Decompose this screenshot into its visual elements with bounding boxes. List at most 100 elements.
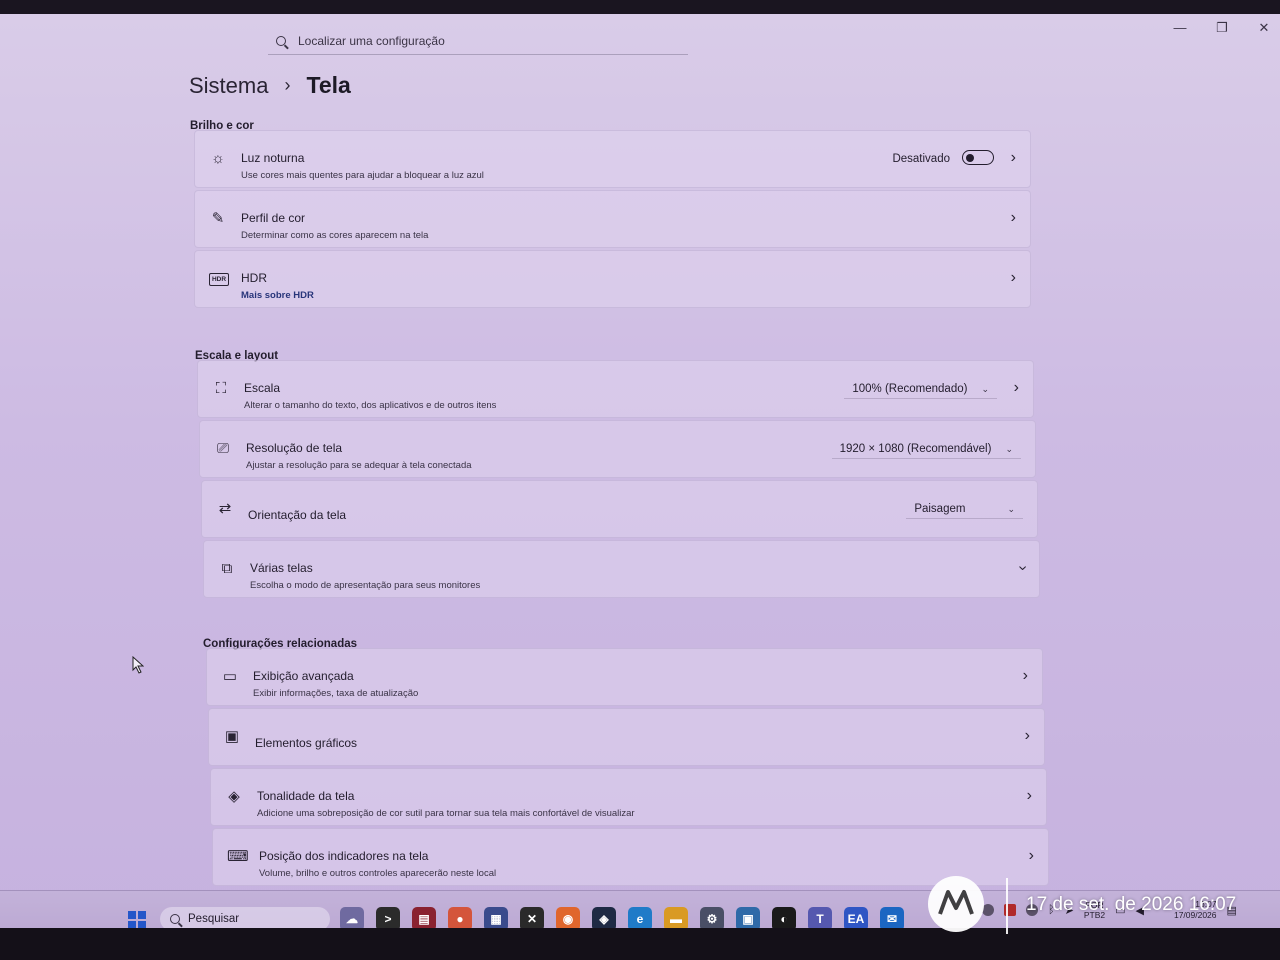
breadcrumb-parent[interactable]: Sistema <box>189 73 268 99</box>
taskbar-search[interactable]: Pesquisar <box>160 907 330 928</box>
setting-subtitle: Alterar o tamanho do texto, dos aplicati… <box>244 400 497 411</box>
chevron-down-icon: ⌄ <box>1007 503 1015 514</box>
search-input[interactable] <box>296 33 660 49</box>
remote-desktop-app-icon[interactable]: ▣ <box>736 907 760 928</box>
setting-resolution[interactable]: ⎚ Resolução de tela Ajustar a resolução … <box>199 420 1036 478</box>
setting-multiple-displays[interactable]: ⧉ Várias telas Escolha o modo de apresen… <box>203 540 1040 598</box>
mouse-cursor-icon <box>132 655 145 679</box>
chevron-right-icon: › <box>1010 209 1016 226</box>
github-app-icon[interactable]: ◐ <box>772 907 796 928</box>
multiple-displays-icon: ⧉ <box>221 560 233 577</box>
night-light-state: Desativado <box>892 153 950 165</box>
teams-app-icon[interactable]: T <box>808 907 832 928</box>
setting-title: Posição dos indicadores na tela <box>259 849 429 863</box>
pen-icon: ✎ <box>211 210 225 227</box>
settings-app-icon[interactable]: ⚙ <box>700 907 724 928</box>
chevron-right-icon: › <box>1010 269 1016 286</box>
sun-icon: ☼ <box>211 150 225 167</box>
setting-subtitle: Use cores mais quentes para ajudar a blo… <box>241 170 484 181</box>
monitor-bezel <box>0 928 1280 960</box>
chevron-down-icon: ⌄ <box>981 383 989 394</box>
setting-advanced-display[interactable]: ▭ Exibição avançada Exibir informações, … <box>206 648 1043 706</box>
layers-icon: ◈ <box>228 788 240 805</box>
photo-timestamp-watermark: 17 de set. de 2026 16:07 <box>1026 894 1237 915</box>
ea-app-icon[interactable]: EA <box>844 907 868 928</box>
setting-title: Orientação da tela <box>248 508 347 522</box>
minimize-button[interactable]: — <box>1172 20 1188 36</box>
window-controls: — ❐ ✕ <box>1172 20 1272 36</box>
breadcrumb: Sistema › Tela <box>189 72 351 99</box>
chevron-right-icon: › <box>1028 847 1034 864</box>
taskbar-search-label: Pesquisar <box>188 913 240 925</box>
chevron-right-icon: › <box>1022 667 1028 684</box>
setting-subtitle: Determinar como as cores aparecem na tel… <box>241 230 429 241</box>
firefox-app-icon[interactable]: ◉ <box>556 907 580 928</box>
scale-dropdown[interactable]: 100% (Recomendado) ⌄ <box>844 383 997 399</box>
chevron-down-icon: ⌄ <box>1005 443 1013 454</box>
scale-value: 100% (Recomendado) <box>852 383 968 395</box>
setting-night-light[interactable]: ☼ Luz noturna Use cores mais quentes par… <box>194 130 1031 188</box>
widgets-app-icon[interactable]: ☁ <box>340 907 364 928</box>
orientation-value: Paisagem <box>914 503 966 515</box>
search-field[interactable] <box>268 28 688 55</box>
xbox-app-icon[interactable]: ✕ <box>520 907 544 928</box>
scale-icon: ⛶ <box>215 380 227 397</box>
toggle-knob <box>966 153 974 162</box>
setting-title: HDR <box>241 271 267 285</box>
page-title: Tela <box>306 72 351 98</box>
setting-title: Tonalidade da tela <box>257 789 355 803</box>
setting-hdr[interactable]: HDR HDR Mais sobre HDR › <box>194 250 1031 308</box>
setting-subtitle: Exibir informações, taxa de atualização <box>253 688 419 699</box>
setting-subtitle: Volume, brilho e outros controles aparec… <box>259 868 497 879</box>
resolution-icon: ⎚ <box>216 440 229 457</box>
setting-title: Resolução de tela <box>246 441 343 455</box>
chevron-right-icon: › <box>284 75 291 95</box>
orientation-icon: ⇄ <box>218 500 232 517</box>
steam-app-icon[interactable]: ◈ <box>592 907 616 928</box>
setting-subtitle: Adicione uma sobreposição de cor sutil p… <box>257 808 635 819</box>
winrar-app-icon[interactable]: ▤ <box>412 907 436 928</box>
windows-start-icon[interactable] <box>128 911 146 928</box>
settings-window: — ❐ ✕ Sistema › Tela Brilho e cor ☼ Luz … <box>0 14 1280 928</box>
chrome-app-icon[interactable]: ● <box>448 907 472 928</box>
setting-orientation[interactable]: ⇄ Orientação da tela Paisagem ⌄ <box>201 480 1038 538</box>
setting-indicator-position[interactable]: ⌨ Posição dos indicadores na tela Volume… <box>212 828 1049 886</box>
motorola-logo <box>928 876 984 932</box>
setting-title: Exibição avançada <box>253 669 354 683</box>
setting-scale[interactable]: ⛶ Escala Alterar o tamanho do texto, dos… <box>197 360 1034 418</box>
night-light-toggle[interactable] <box>962 150 994 165</box>
monitor-icon: ▭ <box>222 668 238 685</box>
edge-app-icon[interactable]: e <box>628 907 652 928</box>
setting-subtitle: Escolha o modo de apresentação para seus… <box>250 580 481 591</box>
resolution-dropdown[interactable]: 1920 × 1080 (Recomendável) ⌄ <box>831 443 1021 459</box>
explorer-app-icon[interactable]: ▬ <box>664 907 688 928</box>
chevron-right-icon: › <box>1013 379 1019 396</box>
setting-title: Várias telas <box>250 561 313 575</box>
store-app-icon[interactable]: ▦ <box>484 907 508 928</box>
search-icon <box>170 914 180 924</box>
chevron-right-icon: › <box>1026 787 1032 804</box>
outlook-app-icon[interactable]: ✉ <box>880 907 904 928</box>
setting-title: Perfil de cor <box>241 211 306 225</box>
taskbar-apps: ☁ > ▤ ● ▦ ✕ ◉ ◈ e ▬ ⚙ ▣ ◐ T EA ✉ <box>340 907 904 928</box>
setting-title: Luz noturna <box>241 151 305 165</box>
setting-color-profile[interactable]: ✎ Perfil de cor Determinar como as cores… <box>194 190 1031 248</box>
chevron-down-icon[interactable]: › <box>1013 565 1031 570</box>
setting-subtitle: Ajustar a resolução para se adequar à te… <box>246 460 472 471</box>
orientation-dropdown[interactable]: Paisagem ⌄ <box>906 503 1023 519</box>
setting-color-tint[interactable]: ◈ Tonalidade da tela Adicione uma sobrep… <box>210 768 1047 826</box>
restore-button[interactable]: ❐ <box>1214 20 1230 36</box>
hdr-icon: HDR <box>209 273 229 286</box>
setting-title: Elementos gráficos <box>255 736 358 750</box>
chevron-right-icon: › <box>1010 149 1016 166</box>
resolution-value: 1920 × 1080 (Recomendável) <box>839 443 992 455</box>
graphics-card-icon: ▣ <box>224 728 240 745</box>
indicator-icon: ⌨ <box>227 848 249 865</box>
search-icon <box>276 36 286 46</box>
close-button[interactable]: ✕ <box>1256 20 1272 36</box>
setting-title: Escala <box>244 381 281 395</box>
chevron-right-icon: › <box>1024 727 1030 744</box>
hdr-learn-more-link[interactable]: Mais sobre HDR <box>241 290 314 301</box>
terminal-app-icon[interactable]: > <box>376 907 400 928</box>
setting-graphics[interactable]: ▣ Elementos gráficos › <box>208 708 1045 766</box>
